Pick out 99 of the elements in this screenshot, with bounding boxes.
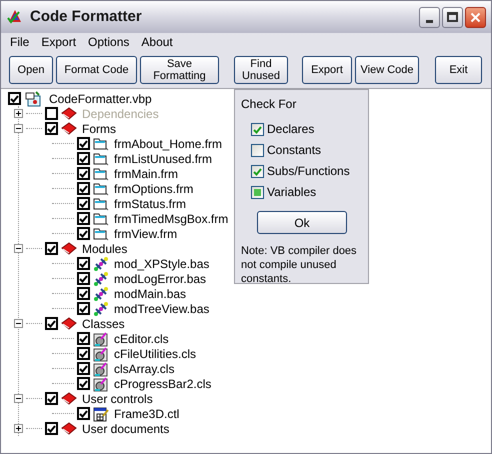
module-icon bbox=[93, 270, 109, 286]
tree-item-label[interactable]: modTreeView.bas bbox=[112, 300, 212, 318]
option-label: Subs/Functions bbox=[267, 163, 350, 180]
control-icon bbox=[93, 406, 109, 422]
minimize-button[interactable] bbox=[419, 6, 440, 28]
app-icon bbox=[6, 8, 24, 26]
checkbox[interactable] bbox=[77, 167, 90, 180]
toolbar-button[interactable]: Save Formatting bbox=[140, 56, 219, 84]
module-icon bbox=[93, 286, 109, 302]
book-icon bbox=[61, 122, 77, 135]
tree-item-label[interactable]: clsArray.cls bbox=[112, 360, 176, 378]
collapse-toggle[interactable] bbox=[14, 394, 23, 403]
menu-item[interactable]: Export bbox=[41, 33, 76, 51]
tree-item-label[interactable]: frmView.frm bbox=[112, 224, 180, 242]
tree-item-label[interactable]: modMain.bas bbox=[112, 284, 188, 302]
checkbox[interactable] bbox=[251, 164, 264, 178]
tree-item-label[interactable]: Forms bbox=[80, 120, 118, 138]
collapse-toggle[interactable] bbox=[14, 124, 23, 133]
tree-item-label[interactable]: frmListUnused.frm bbox=[112, 150, 214, 168]
checkbox[interactable] bbox=[45, 422, 58, 435]
form-icon bbox=[93, 166, 109, 180]
tree-item-label[interactable]: Frame3D.ctl bbox=[112, 404, 182, 422]
checkbox[interactable] bbox=[77, 287, 90, 300]
checkbox[interactable] bbox=[77, 302, 90, 315]
note-text: Note: VB compiler does not compile unused constants. bbox=[241, 244, 358, 286]
checkbox[interactable] bbox=[251, 122, 264, 136]
tree-item-label[interactable]: frmStatus.frm bbox=[112, 194, 188, 212]
form-icon bbox=[93, 226, 109, 240]
option-label: Variables bbox=[267, 184, 316, 201]
window-title: Code Formatter bbox=[30, 6, 142, 27]
checkbox[interactable] bbox=[77, 197, 90, 210]
menu-item[interactable]: File bbox=[10, 33, 30, 51]
checkbox[interactable] bbox=[251, 144, 264, 156]
class-icon bbox=[93, 330, 109, 346]
checkbox[interactable] bbox=[77, 332, 90, 345]
toolbar-button[interactable]: Export bbox=[302, 56, 352, 84]
maximize-button[interactable] bbox=[442, 6, 463, 28]
checkbox[interactable] bbox=[77, 212, 90, 225]
close-icon bbox=[470, 12, 481, 22]
class-icon bbox=[93, 346, 109, 362]
option-label: Declares bbox=[267, 121, 314, 138]
checkbox[interactable] bbox=[77, 362, 90, 375]
checkbox[interactable] bbox=[8, 92, 21, 105]
module-icon bbox=[93, 256, 109, 272]
checkbox[interactable] bbox=[77, 407, 90, 420]
toolbar-button[interactable]: Exit bbox=[435, 56, 482, 84]
tree-item-label[interactable]: frmTimedMsgBox.frm bbox=[112, 210, 230, 228]
panel-title: Check For bbox=[241, 96, 298, 113]
checkbox[interactable] bbox=[77, 272, 90, 285]
tree-item-label[interactable]: CodeFormatter.vbp bbox=[47, 90, 154, 108]
class-icon bbox=[93, 376, 109, 392]
menu-item[interactable]: About bbox=[141, 33, 173, 51]
form-icon bbox=[93, 196, 109, 210]
book-icon bbox=[61, 242, 77, 255]
tree-item-label[interactable]: frmAbout_Home.frm bbox=[112, 134, 224, 152]
form-icon bbox=[93, 212, 109, 226]
collapse-toggle[interactable] bbox=[14, 244, 23, 253]
checkbox[interactable] bbox=[45, 242, 58, 255]
checkbox[interactable] bbox=[45, 122, 58, 135]
tree-item-label[interactable]: modLogError.bas bbox=[112, 270, 208, 288]
checkbox[interactable] bbox=[77, 152, 90, 165]
form-icon bbox=[93, 152, 109, 166]
checkbox[interactable] bbox=[77, 137, 90, 150]
book-icon bbox=[61, 317, 77, 330]
option-label: Constants bbox=[267, 142, 322, 159]
toolbar-button[interactable]: Format Code bbox=[56, 56, 137, 84]
tree-item-label[interactable]: User controls bbox=[80, 390, 155, 408]
close-button[interactable] bbox=[465, 6, 486, 28]
class-icon bbox=[93, 360, 109, 376]
checkbox[interactable] bbox=[77, 182, 90, 195]
module-icon bbox=[93, 300, 109, 316]
checkbox[interactable] bbox=[45, 392, 58, 405]
tree-item-label[interactable]: User documents bbox=[80, 420, 172, 438]
tree-item-label[interactable]: Classes bbox=[80, 314, 127, 332]
expand-toggle[interactable] bbox=[14, 424, 23, 433]
checkbox[interactable] bbox=[77, 227, 90, 240]
toolbar-button[interactable]: Open bbox=[9, 56, 53, 84]
checkbox[interactable] bbox=[77, 257, 90, 270]
checkbox[interactable] bbox=[77, 347, 90, 360]
menu-item[interactable]: Options bbox=[88, 33, 130, 51]
checkbox[interactable] bbox=[77, 377, 90, 390]
toolbar-button[interactable]: View Code bbox=[355, 56, 419, 84]
tree-item-label[interactable]: cProgressBar2.cls bbox=[112, 374, 214, 392]
tree-item-label[interactable]: cFileUtilities.cls bbox=[112, 344, 198, 362]
collapse-toggle[interactable] bbox=[14, 319, 23, 328]
tree-item-label[interactable]: cEditor.cls bbox=[112, 330, 171, 348]
checkbox[interactable] bbox=[45, 317, 58, 330]
form-icon bbox=[93, 182, 109, 196]
ok-button[interactable]: Ok bbox=[257, 211, 347, 234]
form-icon bbox=[93, 136, 109, 150]
book-icon bbox=[61, 422, 77, 435]
toolbar-button[interactable]: Find Unused bbox=[234, 56, 288, 84]
tree-item-label[interactable]: mod_XPStyle.bas bbox=[112, 254, 212, 272]
checkbox[interactable] bbox=[251, 186, 264, 198]
tree-item-label[interactable]: frmOptions.frm bbox=[112, 180, 196, 198]
tree-item-label[interactable]: Modules bbox=[80, 240, 130, 258]
book-icon bbox=[61, 392, 77, 405]
tree-item-label[interactable]: frmMain.frm bbox=[112, 164, 180, 182]
book-icon bbox=[61, 107, 77, 120]
